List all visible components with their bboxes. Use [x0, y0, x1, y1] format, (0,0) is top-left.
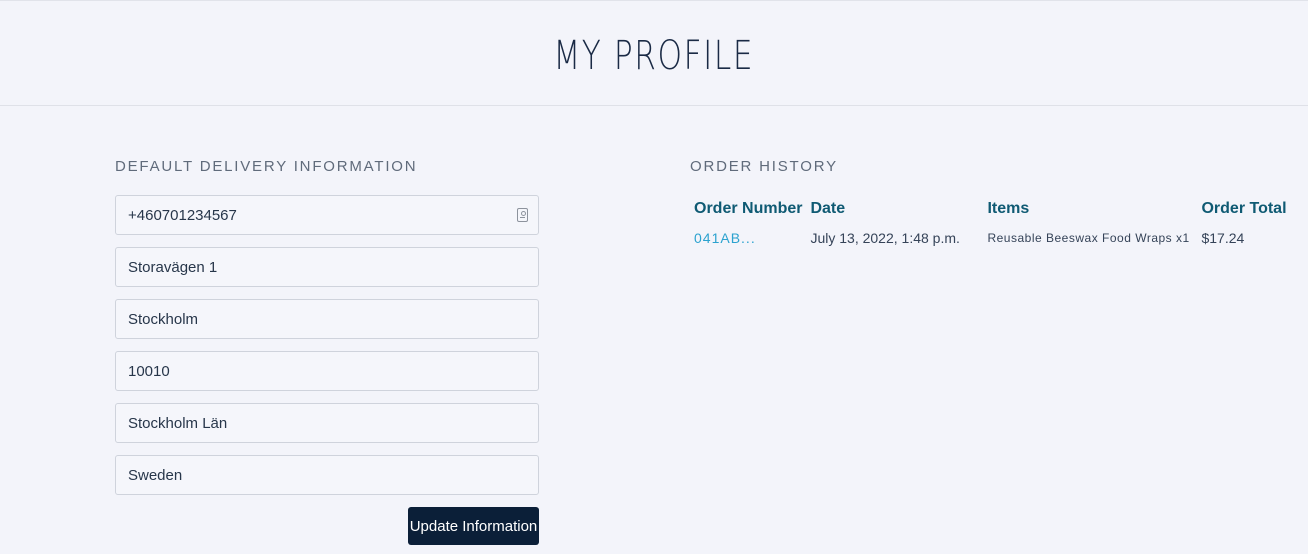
- date-column-header: Date: [810, 200, 846, 217]
- table-row: 041AB... July 13, 2022, 1:48 p.m. Reusab…: [690, 226, 1291, 246]
- street-field-wrapper: [115, 247, 539, 287]
- city-field[interactable]: [116, 300, 538, 338]
- county-field-wrapper: [115, 403, 539, 443]
- postcode-field[interactable]: [116, 352, 538, 390]
- update-information-button[interactable]: Update Information: [408, 507, 539, 545]
- order-total-column-header: Order Total: [1201, 200, 1287, 217]
- county-field[interactable]: [116, 404, 538, 442]
- contact-card-icon: [517, 208, 528, 222]
- table-header-row: Order Number Date Items Order Total: [690, 200, 1291, 226]
- order-number-cell: 041AB...: [690, 226, 806, 246]
- page-header: MY PROFILE: [0, 1, 1308, 106]
- order-total-cell: $17.24: [1201, 230, 1245, 246]
- page-title: MY PROFILE: [553, 33, 755, 79]
- order-number-link[interactable]: 041AB...: [694, 230, 756, 246]
- order-history-heading: ORDER HISTORY: [690, 158, 838, 175]
- profile-page: MY PROFILE DEFAULT DELIVERY INFORMATION …: [0, 0, 1308, 554]
- delivery-heading: DEFAULT DELIVERY INFORMATION: [115, 158, 418, 175]
- order-items-cell: Reusable Beeswax Food Wraps x1: [987, 231, 1190, 245]
- delivery-form: Update Information: [115, 195, 539, 545]
- order-history-table: Order Number Date Items Order Total 041A…: [690, 200, 1291, 246]
- phone-field[interactable]: [116, 196, 538, 234]
- order-date-cell: July 13, 2022, 1:48 p.m.: [810, 230, 960, 246]
- city-field-wrapper: [115, 299, 539, 339]
- country-field-wrapper: [115, 455, 539, 495]
- items-column-header: Items: [987, 200, 1030, 217]
- country-field[interactable]: [116, 456, 538, 494]
- street-address-field[interactable]: [116, 248, 538, 286]
- phone-field-wrapper: [115, 195, 539, 235]
- order-number-column-header: Order Number: [694, 200, 803, 217]
- postcode-field-wrapper: [115, 351, 539, 391]
